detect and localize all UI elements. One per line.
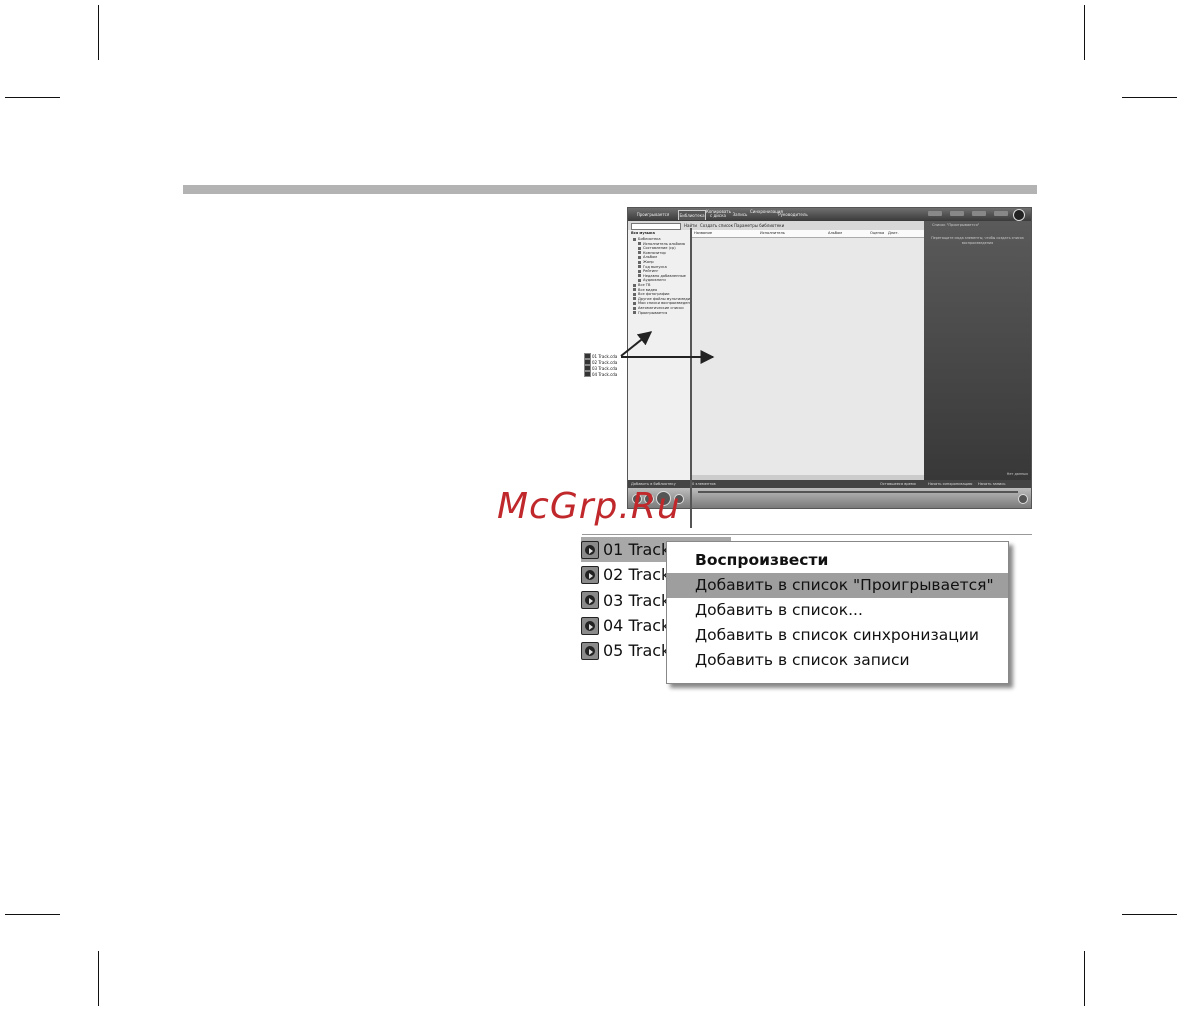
watermark: McGrp.Ru — [497, 486, 681, 527]
cd-track-icon — [581, 616, 599, 635]
context-menu: Воспроизвести Добавить в список "Проигры… — [666, 541, 1009, 684]
menu-item-add-to-list[interactable]: Добавить в список... — [667, 598, 1008, 623]
cd-track-icon — [581, 565, 599, 584]
menu-item-play[interactable]: Воспроизвести — [667, 548, 1008, 573]
track-label: 03 Track — [603, 590, 671, 610]
track-label: 01 Track — [603, 540, 671, 560]
track-label: 05 Track — [603, 641, 671, 661]
menu-item-add-now-playing[interactable]: Добавить в список "Проигрывается" — [667, 573, 1008, 598]
cd-track-icon — [581, 641, 599, 660]
track-label: 04 Track — [603, 616, 671, 636]
menu-item-add-sync[interactable]: Добавить в список синхронизации — [667, 623, 1008, 648]
track-label: 02 Track — [603, 565, 671, 585]
arrow-to-library — [620, 331, 653, 357]
menu-item-add-burn[interactable]: Добавить в список записи — [667, 648, 1008, 673]
cd-track-icon — [581, 540, 599, 559]
section-divider — [582, 534, 1032, 535]
cd-track-icon — [581, 591, 599, 610]
